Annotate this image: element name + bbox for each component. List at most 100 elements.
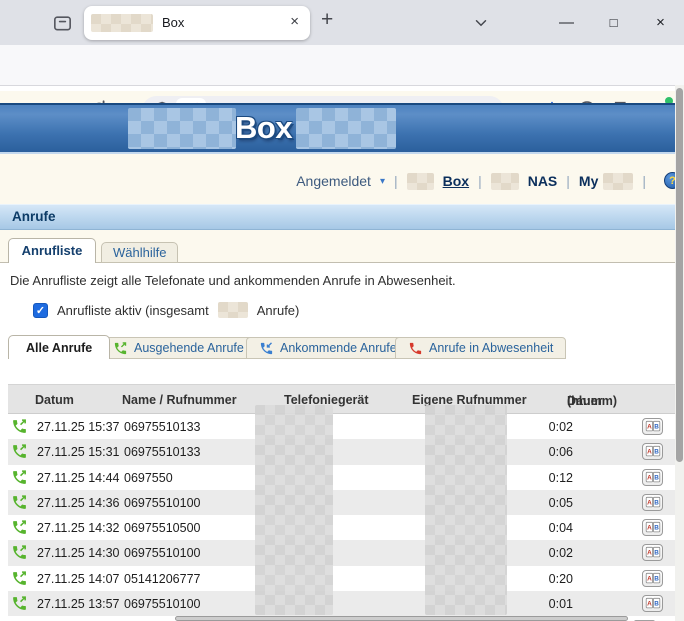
call-duration: 0:12 [503,471,573,485]
outgoing-call-icon [11,469,28,486]
window-close-button[interactable]: × [637,0,684,45]
checkbox-label-after: Anrufe) [257,303,300,318]
filter-tab-all-calls[interactable]: Alle Anrufe [8,335,110,359]
add-to-phonebook-button[interactable]: AB [642,469,663,486]
call-number: 0697550 [124,471,173,485]
brand-logo-text: Box [235,110,292,146]
list-all-tabs-icon[interactable] [472,14,490,32]
page-title-bar: Anrufe [0,204,684,230]
add-to-phonebook-button[interactable]: AB [642,494,663,511]
filter-tab-incoming[interactable]: Ankommende Anrufe [246,337,410,359]
svg-text:B: B [654,449,659,456]
new-tab-button[interactable]: + [321,8,333,32]
tab-anrufliste[interactable]: Anrufliste [8,238,96,263]
add-to-phonebook-button[interactable]: AB [642,595,663,612]
browser-tab-bar: Box × + — □ × [0,0,684,45]
call-duration: 0:01 [503,597,573,611]
call-date: 27.11.25 14:30 [37,546,119,560]
svg-text:A: A [647,474,652,481]
call-number: 06975510100 [124,546,200,560]
call-number: 06975510133 [124,420,200,434]
add-to-phonebook-button[interactable]: AB [642,570,663,587]
svg-text:A: A [647,525,652,532]
outgoing-call-icon [11,418,28,435]
svg-text:B: B [654,525,659,532]
outgoing-call-icon [11,595,28,612]
table-header: Datum Name / Rufnummer Telefoniegerät Ei… [8,384,676,414]
nav-link-box[interactable]: Box [443,173,469,189]
call-list-active-checkbox[interactable]: ✓ [33,303,48,318]
firefox-view-icon[interactable] [51,11,74,34]
table-row: 27.11.25 13:57 06975510100 0:01 AB [8,591,676,616]
redacted-device-column [255,405,333,615]
svg-text:B: B [654,499,659,506]
call-number: 05141206777 [124,572,200,586]
filter-tab-label: Ausgehende Anrufe [134,341,244,355]
call-date: 27.11.25 15:37 [37,420,119,434]
outgoing-call-icon [113,341,128,356]
tab-title: Box [162,15,184,30]
nav-separator: | [566,173,570,189]
top-navigation: Angemeldet ▾ | Box | NAS | My | [0,170,660,192]
svg-text:B: B [654,474,659,481]
call-date: 27.11.25 15:31 [37,445,119,459]
filter-tab-label: Alle Anrufe [26,341,92,355]
outgoing-call-icon [11,544,28,561]
table-row: 27.11.25 15:31 06975510133 0:06 AB [8,439,676,464]
call-duration: 0:04 [503,521,573,535]
vertical-scrollbar-thumb[interactable] [676,88,683,462]
redacted-nav-suffix [603,173,633,190]
svg-text:B: B [654,550,659,557]
intro-text: Die Anrufliste zeigt alle Telefonate und… [10,273,456,288]
call-duration: 0:02 [503,546,573,560]
add-to-phonebook-button[interactable]: AB [642,519,663,536]
logged-in-menu[interactable]: Angemeldet [296,173,371,189]
call-list-active-row: ✓ Anrufliste aktiv (insgesamt Anrufe) [33,302,299,318]
call-number: 06975510100 [124,496,200,510]
table-row: 27.11.25 14:07 05141206777 0:20 AB [8,566,676,591]
tab-waehlhilfe[interactable]: Wählhilfe [101,242,178,263]
filter-tab-outgoing[interactable]: Ausgehende Anrufe [100,337,257,359]
call-duration: 0:20 [503,572,573,586]
add-to-phonebook-button[interactable]: AB [642,544,663,561]
nav-link-nas[interactable]: NAS [528,173,558,189]
minimize-button[interactable]: — [543,0,590,45]
tab-close-icon[interactable]: × [290,13,299,30]
outgoing-call-icon [11,494,28,511]
redacted-nav-prefix [491,173,519,190]
svg-text:A: A [647,499,652,506]
vertical-scrollbar-track[interactable] [675,85,684,621]
browser-tab[interactable]: Box × [84,6,310,40]
call-number: 06975510100 [124,597,200,611]
call-date: 27.11.25 14:32 [37,521,119,535]
browser-toolbar: ☆ [0,45,684,86]
maximize-button[interactable]: □ [590,0,637,45]
checkbox-label-before: Anrufliste aktiv (insgesamt [57,303,209,318]
call-date: 27.11.25 13:57 [37,597,119,611]
svg-text:A: A [647,601,652,608]
add-to-phonebook-button[interactable]: AB [642,418,663,435]
col-header-name: Name / Rufnummer [122,393,237,407]
add-to-phonebook-button[interactable]: AB [642,443,663,460]
window-controls: — □ × [543,0,684,45]
table-row: 27.11.25 14:30 06975510100 0:02 AB [8,540,676,565]
filter-tab-label: Anrufe in Abwesenheit [429,341,553,355]
svg-text:A: A [647,449,652,456]
incoming-call-icon [259,341,274,356]
nav-link-my[interactable]: My [579,173,598,189]
table-row: 27.11.25 14:44 0697550 0:12 AB [8,465,676,490]
call-date: 27.11.25 14:07 [37,572,119,586]
call-duration: 0:02 [503,420,573,434]
missed-call-icon [408,341,423,356]
nav-separator: | [642,173,646,189]
brand-banner: Box [0,103,684,154]
redacted-own-number-column [425,405,507,615]
filter-tab-missed[interactable]: Anrufe in Abwesenheit [395,337,566,359]
chevron-down-icon[interactable]: ▾ [380,176,385,187]
call-table-body: 27.11.25 15:37 06975510133 0:02 AB 27.11… [8,414,676,616]
col-header-duration: Dauer(hh:mm) [532,387,602,400]
call-number: 06975510133 [124,445,200,459]
svg-text:A: A [647,575,652,582]
svg-text:B: B [654,424,659,431]
table-row: 27.11.25 15:37 06975510133 0:02 AB [8,414,676,439]
